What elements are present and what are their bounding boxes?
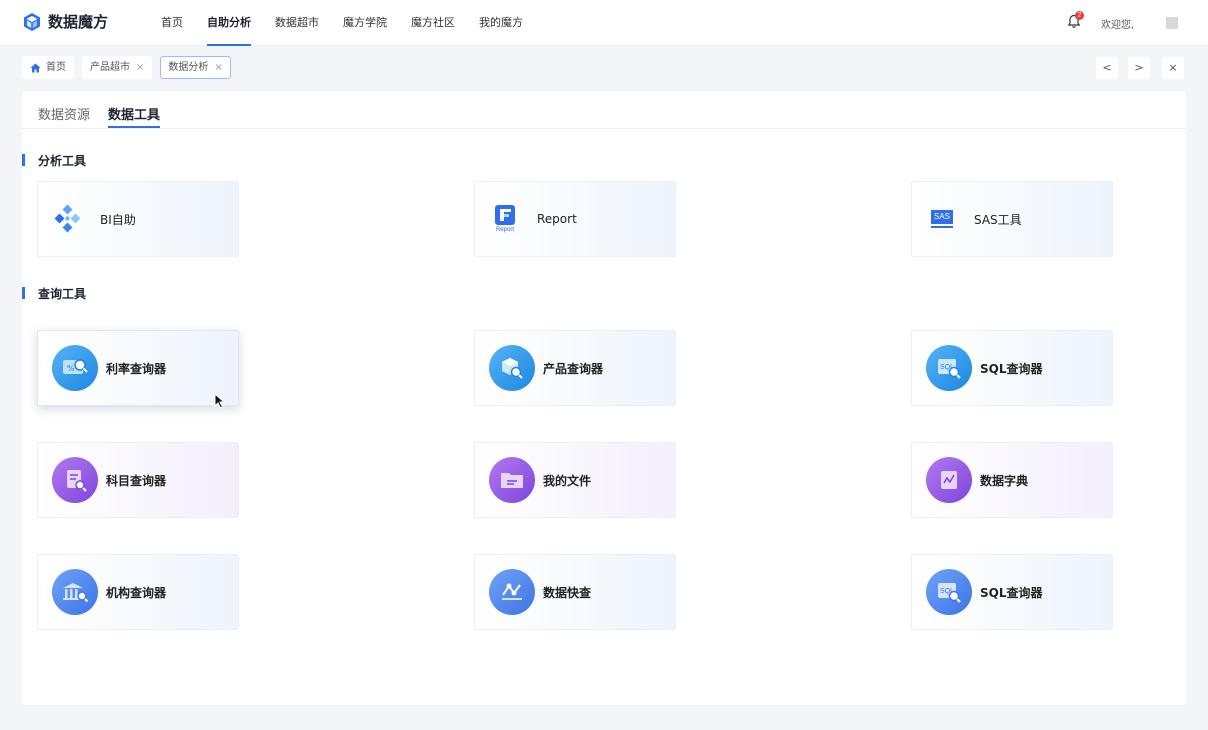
tool-label: Report	[537, 212, 577, 226]
tool-card-report[interactable]: Report Report	[474, 181, 676, 257]
tool-card-my-files[interactable]: 我的文件	[474, 442, 676, 518]
svg-text:%: %	[67, 364, 75, 373]
nav-item-academy[interactable]: 魔方学院	[331, 0, 399, 46]
section-title-query: 查询工具	[22, 285, 86, 302]
report-icon-caption: Report	[495, 227, 514, 233]
tool-label: 数据字典	[980, 473, 1029, 488]
tab-data-resources[interactable]: 数据资源	[38, 104, 90, 123]
sql-search-icon: SQL	[926, 345, 972, 391]
welcome-text: 欢迎您,	[1101, 20, 1135, 31]
crumb-label: 数据分析	[168, 62, 209, 73]
nav-item-my-cube[interactable]: 我的魔方	[467, 0, 535, 46]
tool-card-sql-query[interactable]: SQL SQL查询器	[911, 330, 1113, 406]
tool-label: 产品查询器	[543, 361, 604, 376]
crumb-tab-data-analysis[interactable]: 数据分析 ×	[160, 56, 231, 79]
app-title: 数据魔方	[48, 13, 109, 31]
bi-icon	[52, 203, 84, 235]
nav-item-self-analysis[interactable]: 自助分析	[195, 0, 263, 46]
main-nav: 首页 自助分析 数据超市 魔方学院 魔方社区 我的魔方	[149, 0, 535, 46]
subject-search-icon	[52, 457, 98, 503]
tool-card-data-dictionary[interactable]: 数据字典	[911, 442, 1113, 518]
crumb-label: 首页	[46, 62, 66, 73]
tool-label: SAS工具	[974, 212, 1022, 227]
tool-label: 我的文件	[543, 473, 592, 488]
tool-label: 科目查询器	[106, 473, 167, 488]
main-panel: 数据资源 数据工具 分析工具 BI自助 Report Report SAS SA…	[22, 91, 1186, 705]
tool-label: SQL查询器	[980, 361, 1043, 376]
institution-search-icon	[52, 569, 98, 615]
home-icon	[30, 63, 41, 73]
tool-card-quick-query[interactable]: 数据快查	[474, 554, 676, 630]
close-tabs-button[interactable]: ×	[1162, 57, 1184, 79]
tool-label: 数据快查	[543, 585, 592, 600]
notification-bell-icon[interactable]: 2	[1067, 11, 1084, 30]
mouse-cursor-icon	[214, 393, 226, 409]
close-icon[interactable]: ×	[214, 57, 222, 78]
tool-card-rate-query[interactable]: % 利率查询器	[37, 330, 239, 406]
quick-query-icon	[489, 569, 535, 615]
sas-icon: SAS	[926, 203, 958, 235]
crumb-tab-home[interactable]: 首页	[22, 56, 74, 79]
sas-icon-caption: SAS	[931, 210, 953, 224]
tool-card-institution-query[interactable]: 机构查询器	[37, 554, 239, 630]
nav-item-community[interactable]: 魔方社区	[399, 0, 467, 46]
tool-card-bi[interactable]: BI自助	[37, 181, 239, 257]
tool-card-product-query[interactable]: 产品查询器	[474, 330, 676, 406]
avatar[interactable]	[1166, 17, 1178, 29]
folder-icon	[489, 457, 535, 503]
sql-search-icon: SQL	[926, 569, 972, 615]
prev-tab-button[interactable]: <	[1096, 57, 1118, 79]
crumb-tab-product-market[interactable]: 产品超市 ×	[82, 56, 153, 79]
top-navigation-bar: 数据魔方 首页 自助分析 数据超市 魔方学院 魔方社区 我的魔方 2 欢迎您,	[0, 0, 1208, 46]
sub-tabs: 数据资源 数据工具	[22, 91, 1186, 129]
notification-badge: 2	[1075, 11, 1084, 20]
tool-label: SQL查询器	[980, 585, 1043, 600]
next-tab-button[interactable]: >	[1128, 57, 1150, 79]
tool-label: 机构查询器	[106, 585, 167, 600]
rate-search-icon: %	[52, 345, 98, 391]
report-icon: Report	[489, 203, 521, 235]
product-search-icon	[489, 345, 535, 391]
cube-logo-icon	[24, 12, 40, 31]
tool-label: BI自助	[100, 212, 136, 227]
app-logo[interactable]: 数据魔方	[22, 11, 108, 32]
dictionary-icon	[926, 457, 972, 503]
nav-item-data-market[interactable]: 数据超市	[263, 0, 331, 46]
tool-card-sas[interactable]: SAS SAS工具	[911, 181, 1113, 257]
tool-card-subject-query[interactable]: 科目查询器	[37, 442, 239, 518]
close-icon[interactable]: ×	[136, 57, 144, 78]
crumb-label: 产品超市	[90, 62, 130, 73]
nav-item-home[interactable]: 首页	[149, 0, 195, 46]
tool-card-sql-query-2[interactable]: SQL SQL查询器	[911, 554, 1113, 630]
tab-data-tools[interactable]: 数据工具	[108, 104, 161, 128]
breadcrumb-tabs: 首页 产品超市 × 数据分析 ×	[22, 56, 239, 80]
section-title-analysis: 分析工具	[22, 152, 86, 169]
tool-label: 利率查询器	[106, 361, 167, 376]
